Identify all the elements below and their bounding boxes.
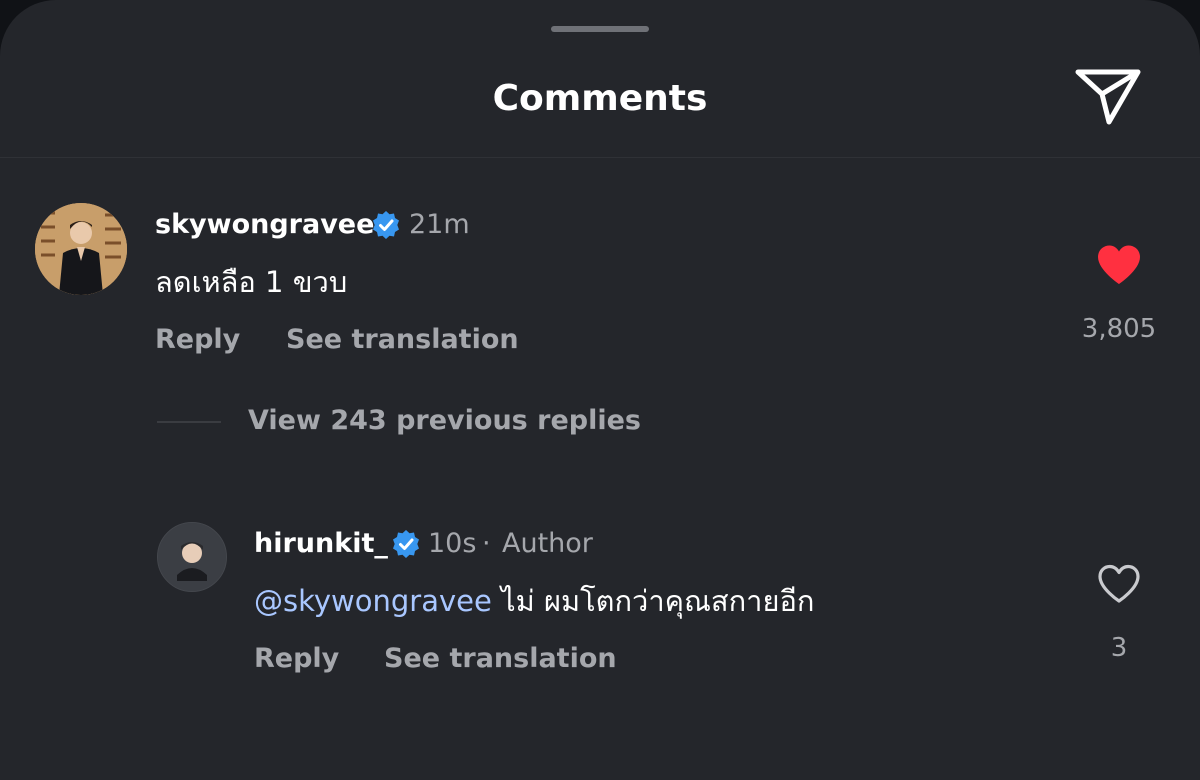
heart-filled-icon[interactable] <box>1096 244 1142 286</box>
avatar[interactable] <box>157 522 227 592</box>
mention-link[interactable]: @skywongravee <box>254 584 492 618</box>
verified-badge-icon <box>373 211 399 239</box>
verified-badge-icon <box>393 530 419 558</box>
view-previous-replies-button[interactable]: View 243 previous replies <box>248 403 641 439</box>
comment-time: 21m <box>409 209 470 240</box>
send-icon[interactable] <box>1072 64 1142 126</box>
heart-outline-icon[interactable] <box>1096 563 1142 605</box>
comment-username[interactable]: skywongravee <box>155 207 374 243</box>
page-title: Comments <box>492 78 708 119</box>
like-count: 3,805 <box>1081 314 1157 344</box>
replies-divider-line <box>157 421 221 423</box>
comments-sheet: Comments skywongravee 21m ลดเหลือ 1 ขวบ … <box>0 0 1200 780</box>
meta-separator: · <box>482 528 491 559</box>
see-translation-button[interactable]: See translation <box>286 322 519 358</box>
reply-text: @skywongravee ไม่ ผมโตกว่าคุณสกายอีก <box>254 581 814 621</box>
reply-button[interactable]: Reply <box>155 322 240 358</box>
see-translation-button[interactable]: See translation <box>384 641 617 677</box>
author-badge: Author <box>502 528 593 559</box>
reply-button[interactable]: Reply <box>254 641 339 677</box>
avatar[interactable] <box>35 203 127 295</box>
comment-text: ลดเหลือ 1 ขวบ <box>155 265 348 299</box>
reply-body: ไม่ ผมโตกว่าคุณสกายอีก <box>491 584 815 618</box>
drag-handle[interactable] <box>551 26 649 32</box>
reply-time: 10s <box>428 528 477 559</box>
reply-username[interactable]: hirunkit_ <box>254 526 388 562</box>
header-divider <box>0 157 1200 158</box>
like-count: 3 <box>1110 633 1128 663</box>
